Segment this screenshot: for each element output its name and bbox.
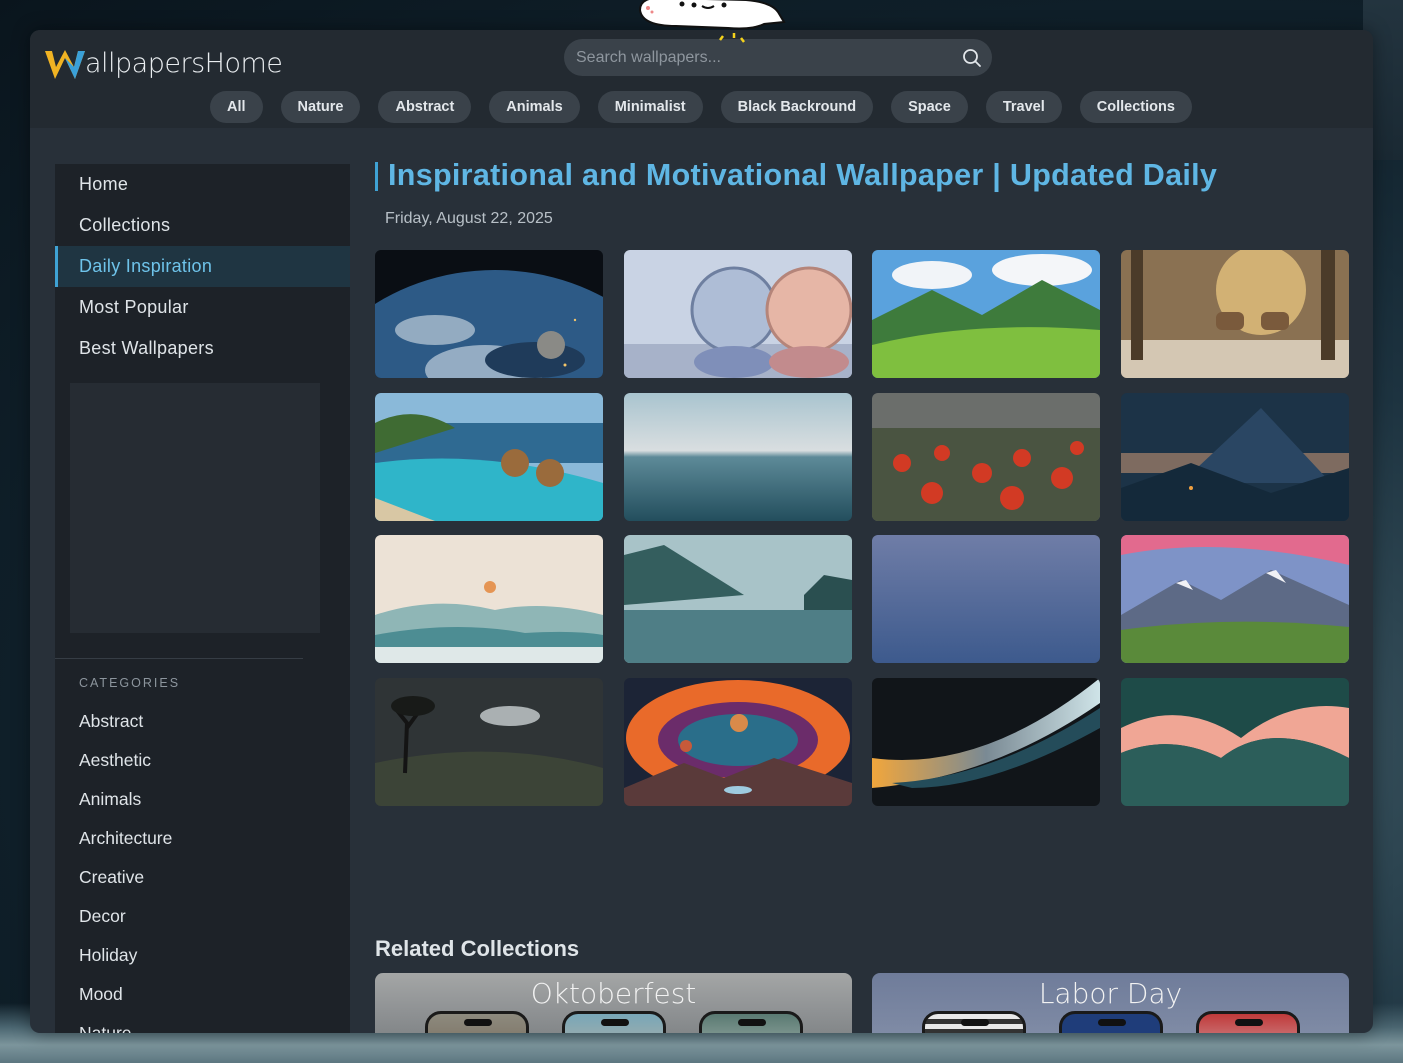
- page-title: Inspirational and Motivational Wallpaper…: [388, 158, 1218, 192]
- search-icon: [963, 48, 981, 67]
- title-accent-bar: [375, 162, 378, 191]
- site-logo[interactable]: allpapersHome: [44, 44, 283, 80]
- category-holiday[interactable]: Holiday: [79, 936, 172, 975]
- pill-animals[interactable]: Animals: [489, 91, 580, 123]
- categories-heading: CATEGORIES: [79, 676, 181, 690]
- wallpaper-thumb-poppy-field[interactable]: [872, 392, 1100, 521]
- pill-black-background[interactable]: Black Backround: [720, 91, 874, 123]
- category-animals[interactable]: Animals: [79, 780, 172, 819]
- wallpaper-thumb-abstract-wave-teal[interactable]: [1120, 677, 1349, 806]
- collection-card-oktoberfest[interactable]: Oktoberfest: [375, 973, 852, 1033]
- wallpaper-thumb-misty-sunrise[interactable]: [375, 535, 603, 663]
- sidebar-item-best-wallpapers[interactable]: Best Wallpapers: [55, 328, 350, 369]
- sidebar-item-daily-inspiration[interactable]: Daily Inspiration: [55, 246, 350, 287]
- wallpaper-thumb-cosmic-planets[interactable]: [623, 677, 852, 806]
- categories-list: Abstract Aesthetic Animals Architecture …: [79, 702, 172, 1033]
- wallpaper-thumb-foggy-lake[interactable]: [623, 535, 852, 663]
- pill-minimalist[interactable]: Minimalist: [597, 91, 703, 123]
- phone-preview: [922, 1011, 1026, 1033]
- category-abstract[interactable]: Abstract: [79, 702, 172, 741]
- logo-text: allpapersHome: [85, 48, 283, 79]
- phone-preview: [425, 1011, 529, 1033]
- category-creative[interactable]: Creative: [79, 858, 172, 897]
- wallpaper-grid: [375, 250, 1349, 806]
- wallpaper-thumb-alpine-meadow[interactable]: [1120, 535, 1349, 663]
- phone-preview: [1196, 1011, 1300, 1033]
- pill-nature[interactable]: Nature: [280, 91, 361, 123]
- search-input[interactable]: [564, 48, 952, 67]
- wallpaper-thumb-blue-gradient[interactable]: [872, 535, 1100, 663]
- wallpaper-thumb-dark-tree-landscape[interactable]: [375, 677, 603, 806]
- sidebar-divider: [55, 658, 303, 659]
- pill-all[interactable]: All: [210, 91, 263, 123]
- wallpaper-thumb-green-hills[interactable]: [872, 250, 1100, 378]
- category-architecture[interactable]: Architecture: [79, 819, 172, 858]
- logo-w-icon: [45, 50, 85, 79]
- wallpaper-thumb-earth-from-space[interactable]: [375, 250, 603, 378]
- wallpaper-thumb-resort-pool[interactable]: [375, 392, 603, 521]
- main-content: Inspirational and Motivational Wallpaper…: [375, 158, 1365, 1033]
- phone-preview: [699, 1011, 803, 1033]
- category-nature[interactable]: Nature: [79, 1014, 172, 1033]
- pill-abstract[interactable]: Abstract: [378, 91, 472, 123]
- wallpaper-thumb-calm-sea[interactable]: [623, 392, 852, 521]
- pill-travel[interactable]: Travel: [985, 91, 1062, 123]
- mascot-ghost-icon: [638, 0, 786, 43]
- wallpaper-thumb-mountain-night[interactable]: [1120, 392, 1349, 521]
- pill-space[interactable]: Space: [891, 91, 968, 123]
- pill-collections[interactable]: Collections: [1079, 91, 1192, 123]
- search-button[interactable]: [952, 39, 992, 76]
- category-pills: All Nature Abstract Animals Minimalist B…: [210, 91, 1192, 123]
- category-mood[interactable]: Mood: [79, 975, 172, 1014]
- collection-name: Labor Day: [1038, 977, 1183, 1010]
- collection-name: Oktoberfest: [530, 977, 697, 1010]
- category-decor[interactable]: Decor: [79, 897, 172, 936]
- sidebar-item-most-popular[interactable]: Most Popular: [55, 287, 350, 328]
- phone-preview: [1059, 1011, 1163, 1033]
- ad-placeholder: [70, 383, 320, 633]
- page-date: Friday, August 22, 2025: [385, 210, 553, 227]
- sidebar-item-collections[interactable]: Collections: [55, 205, 350, 246]
- sidebar-item-home[interactable]: Home: [55, 164, 350, 205]
- wallpaper-thumb-abstract-wave-dark[interactable]: [872, 677, 1100, 806]
- category-aesthetic[interactable]: Aesthetic: [79, 741, 172, 780]
- related-collections-title: Related Collections: [375, 936, 580, 961]
- wallpaper-thumb-glass-spheres[interactable]: [623, 250, 852, 378]
- app-window: allpapersHome All Nature Abstract Animal…: [30, 30, 1373, 1033]
- wallpaper-thumb-deer-in-forest[interactable]: [1120, 250, 1349, 378]
- collection-card-labor-day[interactable]: Labor Day: [872, 973, 1349, 1033]
- sidebar: Home Collections Daily Inspiration Most …: [55, 164, 350, 1033]
- phone-preview: [562, 1011, 666, 1033]
